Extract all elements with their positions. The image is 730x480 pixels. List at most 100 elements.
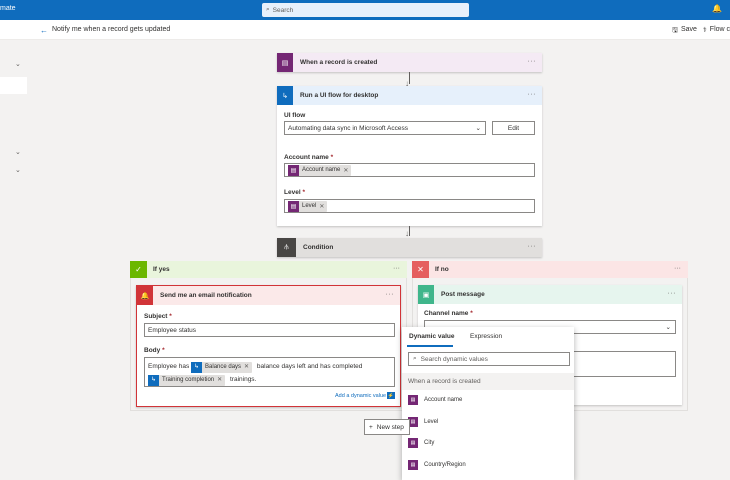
more-options-icon[interactable]: ··· xyxy=(674,265,681,272)
ui-flow-icon: ↳ xyxy=(148,375,159,386)
dynamic-content-panel: Dynamic value Expression ⌕ Search dynami… xyxy=(402,327,574,480)
chevron-down-icon: ⌄ xyxy=(475,125,481,132)
remove-token-icon[interactable]: ✕ xyxy=(244,361,249,374)
remove-token-icon[interactable]: ✕ xyxy=(217,374,222,387)
if-no-header[interactable]: ✕ If no ··· xyxy=(412,261,688,278)
save-icon: 🖫 xyxy=(672,27,678,34)
close-icon: ✕ xyxy=(412,261,429,278)
more-options-icon[interactable]: ··· xyxy=(528,243,537,250)
new-step-label: New step xyxy=(376,423,404,431)
connector-arrow-icon: ↓ xyxy=(405,229,409,238)
trigger-title: When a record is created xyxy=(300,59,378,66)
dynamic-token[interactable]: ▤ Level ✕ xyxy=(288,200,328,212)
dynamic-token[interactable]: ▤ Account name ✕ xyxy=(288,164,352,176)
bell-icon: 🔔 xyxy=(137,286,153,305)
tab-dynamic-value[interactable]: Dynamic value xyxy=(409,333,455,340)
subject-label: Subject * xyxy=(144,313,172,320)
chat-icon: ▣ xyxy=(418,285,434,304)
dataverse-icon: ▤ xyxy=(288,164,299,176)
more-options-icon[interactable]: ··· xyxy=(528,58,537,65)
remove-token-icon[interactable]: ✕ xyxy=(319,203,324,210)
dynamic-token[interactable]: ↳ Balance days ✕ xyxy=(191,361,253,374)
checker-icon: ⚕ xyxy=(703,27,707,34)
dataverse-icon: ▤ xyxy=(288,200,299,212)
body-text: trainings. xyxy=(229,376,257,383)
dataverse-icon: ▤ xyxy=(408,395,418,405)
chevron-down-icon[interactable]: ⌄ xyxy=(15,166,21,174)
ui-flow-icon: ↳ xyxy=(277,86,293,105)
condition-title: Condition xyxy=(303,244,334,251)
save-label: Save xyxy=(680,26,697,33)
active-tab-indicator xyxy=(407,345,453,347)
search-icon: ⌕ xyxy=(413,355,417,362)
level-label: Level * xyxy=(284,189,305,196)
account-name-field[interactable]: ▤ Account name ✕ xyxy=(284,163,535,177)
search-placeholder: Search xyxy=(272,6,294,14)
app-brand: mate xyxy=(0,5,16,12)
body-label: Body * xyxy=(144,347,165,354)
dynamic-item[interactable]: ▤ City xyxy=(408,437,434,449)
flow-title: Notify me when a record gets updated xyxy=(52,26,171,33)
ui-flow-value: Automating data sync in Microsoft Access xyxy=(288,124,408,132)
dynamic-tabs: Dynamic value Expression xyxy=(402,327,574,347)
dataverse-icon: ▤ xyxy=(408,438,418,448)
dataverse-icon: ▤ xyxy=(277,53,293,72)
dynamic-token[interactable]: ↳ Training completion ✕ xyxy=(148,374,226,387)
more-options-icon[interactable]: ··· xyxy=(393,265,400,272)
dataverse-icon: ▤ xyxy=(408,460,418,470)
if-yes-header[interactable]: ✓ If yes ··· xyxy=(130,261,407,278)
more-options-icon[interactable]: ··· xyxy=(386,291,395,298)
if-yes-title: If yes xyxy=(153,266,170,273)
tab-expression[interactable]: Expression xyxy=(470,333,502,340)
ui-flow-select[interactable]: Automating data sync in Microsoft Access… xyxy=(284,121,486,135)
dynamic-section-header: When a record is created xyxy=(402,373,574,390)
global-search-input[interactable]: ⌕ Search xyxy=(262,3,469,17)
dynamic-content-icon[interactable]: ⚡ xyxy=(387,392,395,399)
post-title: Post message xyxy=(441,291,485,298)
if-no-title: If no xyxy=(435,266,449,273)
ui-flow-label: UI flow xyxy=(284,112,306,119)
body-text: Employee has xyxy=(148,363,190,370)
top-bar: mate ⌕ Search 🔔 xyxy=(0,0,730,20)
dynamic-item[interactable]: ▤ Account name xyxy=(408,394,462,406)
more-options-icon[interactable]: ··· xyxy=(668,290,677,297)
search-icon: ⌕ xyxy=(266,6,270,13)
more-options-icon[interactable]: ··· xyxy=(528,91,537,98)
condition-card[interactable]: ⫛ Condition ··· xyxy=(277,238,542,257)
checkmark-icon: ✓ xyxy=(130,261,147,278)
level-field[interactable]: ▤ Level ✕ xyxy=(284,199,535,213)
body-text: balance days left and has completed xyxy=(256,363,363,370)
chevron-down-icon: ⌄ xyxy=(665,324,671,331)
add-dynamic-value-link[interactable]: Add a dynamic value xyxy=(335,393,386,399)
chevron-down-icon[interactable]: ⌄ xyxy=(15,148,21,156)
subject-value: Employee status xyxy=(148,326,197,334)
back-arrow-icon[interactable]: ← xyxy=(40,26,48,35)
channel-name-label: Channel name * xyxy=(424,310,473,317)
trigger-card[interactable]: ▤ When a record is created ··· xyxy=(277,53,542,72)
left-nav-selected-item[interactable] xyxy=(0,77,27,94)
ui-flow-title: Run a UI flow for desktop xyxy=(300,92,379,99)
command-bar: ← Notify me when a record gets updated 🖫… xyxy=(0,20,730,40)
left-nav: ⌄ ⌄ ⌄ xyxy=(0,40,27,480)
edit-button[interactable]: Edit xyxy=(492,121,535,135)
plus-icon: + xyxy=(369,423,373,431)
connector-line xyxy=(409,226,410,236)
dynamic-search-placeholder: Search dynamic values xyxy=(420,355,488,363)
dynamic-item[interactable]: ▤ Country/Region xyxy=(408,459,466,471)
subject-field[interactable]: Employee status xyxy=(144,323,395,337)
bell-icon[interactable]: 🔔 xyxy=(712,4,722,13)
checker-label: Flow c xyxy=(709,26,730,33)
dynamic-item[interactable]: ▤ Level xyxy=(408,416,438,428)
condition-icon: ⫛ xyxy=(277,238,296,257)
remove-token-icon[interactable]: ✕ xyxy=(343,167,348,174)
save-button[interactable]: 🖫 Save xyxy=(672,26,697,37)
ui-flow-card[interactable]: ↳ Run a UI flow for desktop ··· UI flow … xyxy=(277,86,542,226)
flow-checker-button[interactable]: ⚕ Flow c xyxy=(703,26,730,34)
new-step-button[interactable]: + New step xyxy=(364,419,410,435)
body-field[interactable]: Employee has ↳ Balance days ✕ balance days… xyxy=(144,357,395,387)
connector-line xyxy=(409,72,410,84)
dynamic-search-input[interactable]: ⌕ Search dynamic values xyxy=(408,352,570,366)
email-card[interactable]: 🔔 Send me an email notification ··· Subj… xyxy=(136,285,401,407)
account-name-label: Account name * xyxy=(284,154,334,161)
chevron-down-icon[interactable]: ⌄ xyxy=(15,60,21,68)
